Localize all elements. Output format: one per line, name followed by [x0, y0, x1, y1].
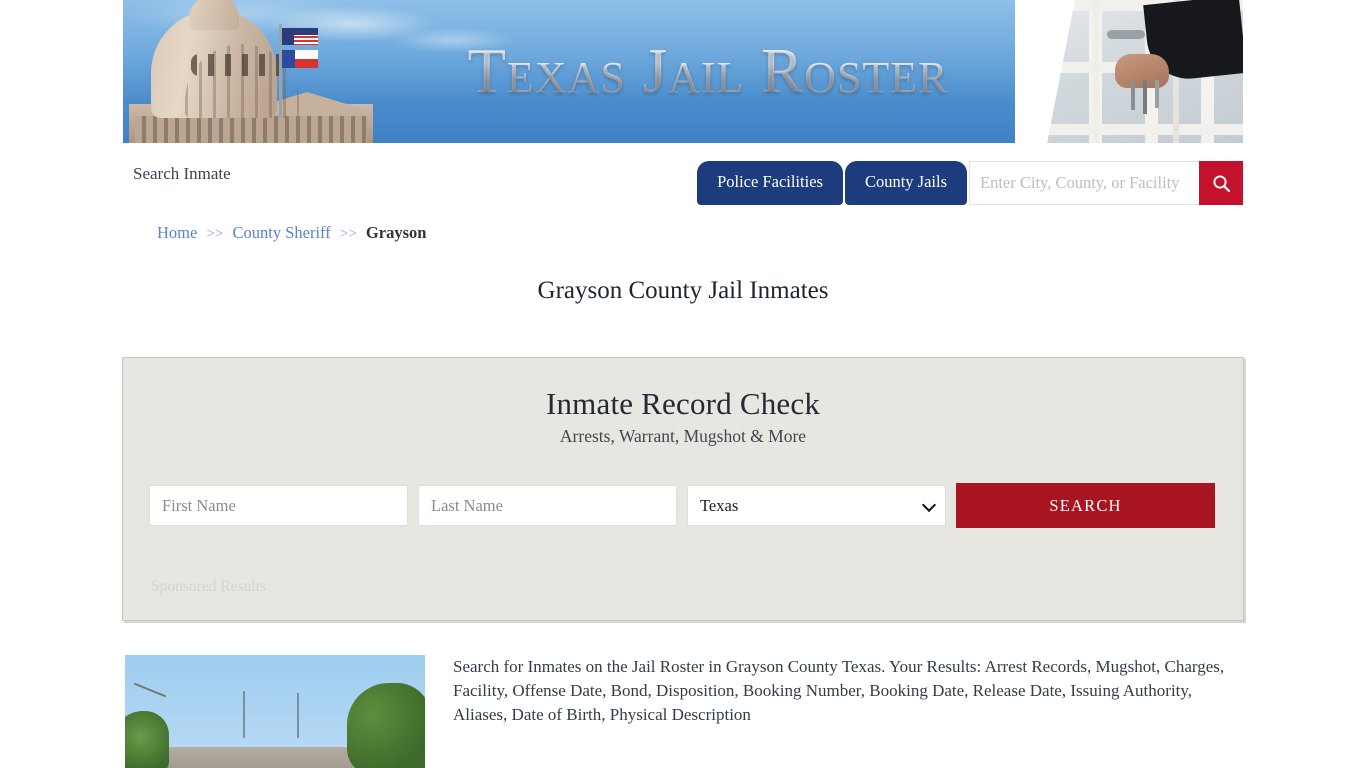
- antenna-mast: [243, 691, 245, 738]
- nav-link-search-inmate[interactable]: Search Inmate: [123, 164, 231, 184]
- sponsored-results-label: Sponsored Results: [151, 578, 266, 595]
- page-title: Grayson County Jail Inmates: [537, 277, 829, 304]
- banner-title-wrap: Texas Jail Roster: [123, 0, 1123, 143]
- breadcrumb-separator: >>: [339, 226, 357, 242]
- jail-cell-image: [1015, 0, 1243, 143]
- inmate-record-check-panel: Inmate Record Check Arrests, Warrant, Mu…: [122, 357, 1244, 621]
- breadcrumb: Home >> County Sheriff >> Grayson: [123, 223, 1243, 243]
- tree-left: [125, 711, 169, 768]
- breadcrumb-item-home[interactable]: Home: [157, 223, 197, 242]
- search-button[interactable]: SEARCH: [956, 483, 1215, 528]
- tab-police-facilities[interactable]: Police Facilities: [697, 161, 843, 205]
- panel-heading: Inmate Record Check: [545, 386, 821, 421]
- facility-search-button[interactable]: [1199, 161, 1243, 205]
- tab-county-jails[interactable]: County Jails: [844, 161, 967, 205]
- keys-icon: [1125, 80, 1167, 124]
- main-nav: Search Inmate Police Facilities County J…: [123, 143, 1243, 205]
- inmate-search-form: Texas SEARCH: [149, 483, 1217, 528]
- search-icon: [1212, 174, 1230, 192]
- breadcrumb-item-current: Grayson: [365, 223, 427, 242]
- site-banner: Texas Jail Roster: [123, 0, 1243, 143]
- panel-subheading: Arrests, Warrant, Mugshot & More: [559, 426, 807, 446]
- nav-right-group: Police Facilities County Jails: [697, 143, 1243, 205]
- jail-thumbnail-image: [125, 655, 425, 768]
- breadcrumb-separator: >>: [206, 226, 224, 242]
- jail-description: Search for Inmates on the Jail Roster in…: [453, 657, 1225, 725]
- breadcrumb-item-county-sheriff[interactable]: County Sheriff: [233, 223, 331, 242]
- jail-info-section: Search for Inmates on the Jail Roster in…: [123, 655, 1243, 768]
- antenna-mast: [297, 693, 299, 738]
- tree-branch: [133, 682, 167, 698]
- page-root: Texas Jail Roster Search Inmate Police F…: [0, 0, 1366, 768]
- last-name-input[interactable]: [418, 485, 677, 526]
- facility-search-input[interactable]: [969, 161, 1199, 205]
- state-select-wrap: Texas: [687, 485, 946, 528]
- facility-search-group: [969, 161, 1243, 205]
- cell-door-handle: [1107, 30, 1145, 39]
- site-title: Texas Jail Roster: [297, 40, 948, 103]
- tree-right: [347, 683, 425, 768]
- first-name-input[interactable]: [149, 485, 408, 526]
- state-select[interactable]: Texas: [687, 485, 946, 526]
